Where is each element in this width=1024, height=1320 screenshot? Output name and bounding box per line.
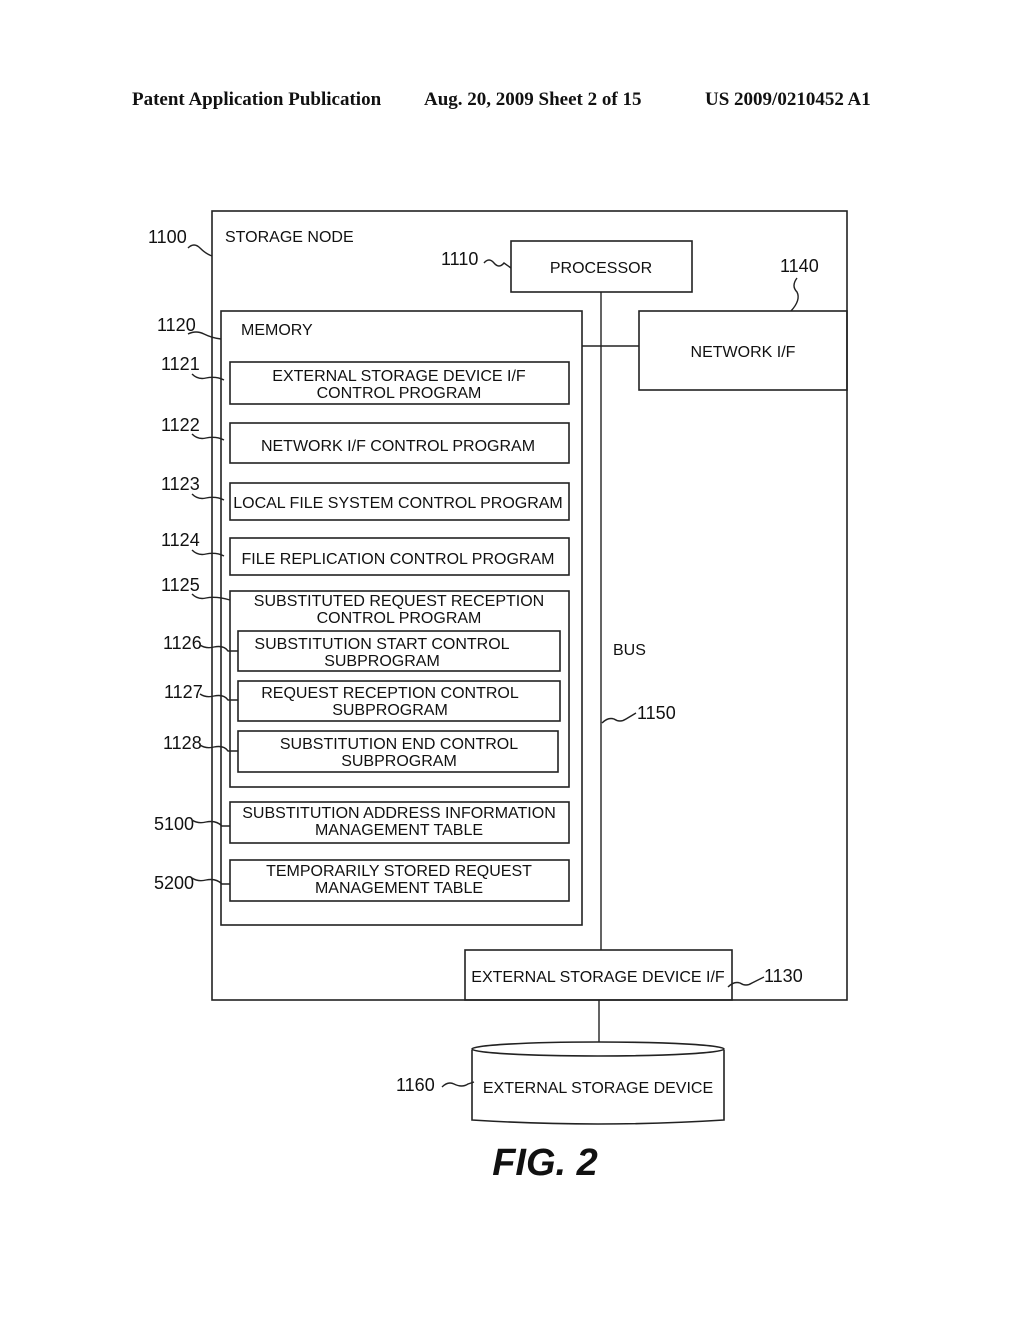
subprogram-label-line2: SUBPROGRAM [332,702,448,719]
program-ref: 1122 [161,415,200,435]
external-storage-device-label: EXTERNAL STORAGE DEVICE [483,1080,713,1097]
external-storage-if-label: EXTERNAL STORAGE DEVICE I/F [471,969,725,986]
subprogram-1128: SUBSTITUTION END CONTROL SUBPROGRAM 1128 [163,730,559,773]
processor: PROCESSOR 1110 [441,240,693,293]
figure-label: FIG. 2 [492,1142,598,1184]
program-1122: NETWORK I/F CONTROL PROGRAM 1122 [161,415,570,464]
leader-line [191,549,225,557]
network-if-ref: 1140 [780,256,819,276]
program-1123: LOCAL FILE SYSTEM CONTROL PROGRAM 1123 [161,474,570,521]
bus-ref: 1150 [637,703,676,723]
storage-node-diagram: STORAGE NODE 1100 PROCESSOR 1110 NETWORK… [148,210,848,1184]
subprogram-1126: SUBSTITUTION START CONTROL SUBPROGRAM 11… [163,630,561,672]
storage-node-ref: 1100 [148,227,187,247]
cylinder-top [471,1041,725,1057]
subprogram-ref: 1126 [163,633,202,653]
leader-line [483,259,512,269]
leader-line [191,877,230,885]
storage-node-label: STORAGE NODE [225,229,354,246]
program-ref: 1125 [161,575,200,595]
bus-label: BUS [613,642,646,659]
program-ref: 1121 [161,354,200,374]
processor-label: PROCESSOR [550,260,652,277]
network-if-label: NETWORK I/F [691,344,796,361]
processor-ref: 1110 [441,249,478,269]
subprogram-label-line1: SUBSTITUTION END CONTROL [280,736,518,753]
program-1125: SUBSTITUTED REQUEST RECEPTION CONTROL PR… [161,575,570,788]
leader-line [199,644,238,652]
program-label-line1: NETWORK I/F CONTROL PROGRAM [261,438,535,455]
leader-line [441,1081,475,1088]
leader-line [191,819,230,827]
memory-label: MEMORY [241,322,313,339]
table-label-line1: SUBSTITUTION ADDRESS INFORMATION [242,805,556,822]
table-5100: SUBSTITUTION ADDRESS INFORMATION MANAGEM… [154,801,570,844]
subprogram-ref: 1127 [164,682,203,702]
program-label-line1: LOCAL FILE SYSTEM CONTROL PROGRAM [233,495,563,512]
network-if: NETWORK I/F 1140 [638,256,848,391]
leader-line [790,277,799,312]
subprogram-ref: 1128 [163,733,202,753]
program-ref: 1123 [161,474,200,494]
subprogram-label-line2: SUBPROGRAM [341,753,457,770]
program-1124: FILE REPLICATION CONTROL PROGRAM 1124 [161,530,570,576]
leader-line [191,493,225,501]
table-ref: 5200 [154,873,194,893]
program-label-line1: SUBSTITUTED REQUEST RECEPTION [254,593,544,610]
program-ref: 1124 [161,530,200,550]
external-storage-if: EXTERNAL STORAGE DEVICE I/F 1130 [464,949,803,1001]
external-storage-if-ref: 1130 [764,966,803,986]
leader-line [727,976,765,988]
table-label-line2: MANAGEMENT TABLE [315,822,483,839]
table-label-line2: MANAGEMENT TABLE [315,880,483,897]
program-label-line1: EXTERNAL STORAGE DEVICE I/F [272,368,526,385]
leader-line [199,693,238,701]
leader-line [601,712,637,724]
program-label-line2: CONTROL PROGRAM [317,610,482,627]
subprogram-label-line1: SUBSTITUTION START CONTROL [254,636,509,653]
subprogram-label-line1: REQUEST RECEPTION CONTROL [261,685,519,702]
external-storage-device: EXTERNAL STORAGE DEVICE 1160 [396,1041,725,1125]
external-storage-device-ref: 1160 [396,1075,435,1095]
leader-line [191,373,225,381]
subprogram-label-line2: SUBPROGRAM [324,653,440,670]
table-5200: TEMPORARILY STORED REQUEST MANAGEMENT TA… [154,859,570,902]
table-label-line1: TEMPORARILY STORED REQUEST [266,863,532,880]
program-label-line2: CONTROL PROGRAM [317,385,482,402]
leader-line [199,744,238,752]
leader-line [187,244,213,257]
program-label-line1: FILE REPLICATION CONTROL PROGRAM [242,551,555,568]
subprogram-1127: REQUEST RECEPTION CONTROL SUBPROGRAM 112… [164,680,561,722]
memory-ref: 1120 [157,315,196,335]
program-1121: EXTERNAL STORAGE DEVICE I/F CONTROL PROG… [161,354,570,405]
table-ref: 5100 [154,814,194,834]
